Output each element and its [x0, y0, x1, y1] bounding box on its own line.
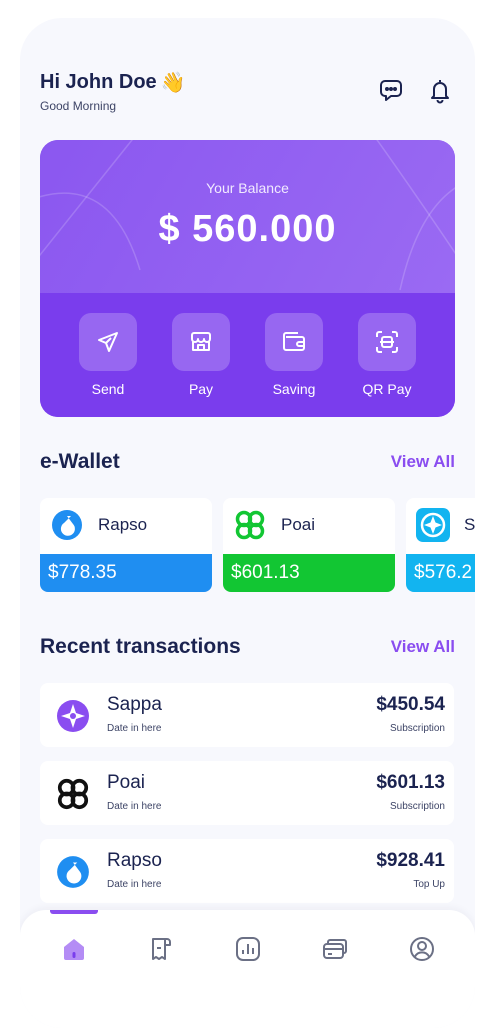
wallet-card-rapso[interactable]: Rapso $778.35	[40, 498, 212, 592]
ewallet-title: e-Wallet	[40, 450, 120, 473]
transaction-row[interactable]: Poai Date in here $601.13 Subscription	[40, 761, 454, 825]
nav-active-indicator	[50, 910, 98, 914]
qr-pay-label: QR Pay	[362, 381, 412, 397]
chat-button[interactable]	[376, 76, 406, 106]
nav-analytics[interactable]	[231, 932, 265, 966]
cards-icon	[323, 939, 347, 959]
pay-button[interactable]: Pay	[166, 313, 236, 397]
nav-home[interactable]	[57, 932, 91, 966]
sappa-logo-icon	[52, 695, 94, 737]
transaction-type: Subscription	[389, 801, 445, 812]
transaction-row[interactable]: Rapso Date in here $928.41 Top Up	[40, 839, 454, 903]
store-icon	[191, 332, 211, 351]
transaction-amount: $601.13	[376, 772, 445, 793]
send-label: Send	[91, 381, 125, 397]
transaction-date: Date in here	[107, 801, 162, 812]
rapso-logo-icon	[50, 508, 84, 542]
qr-scan-icon	[376, 331, 398, 353]
profile-icon	[410, 937, 434, 961]
wallet-name: S	[464, 515, 475, 534]
transactions-view-all-link[interactable]: View All	[391, 637, 455, 657]
transaction-type: Subscription	[389, 723, 445, 734]
transaction-amount: $928.41	[376, 850, 445, 871]
transaction-date: Date in here	[107, 723, 162, 734]
poai-logo-icon	[52, 773, 94, 815]
transaction-name: Poai	[107, 772, 146, 793]
balance-card: Your Balance $ 560.000 Send Pay Saving Q…	[40, 140, 455, 417]
poai-logo-icon	[233, 508, 267, 542]
transaction-type: Top Up	[413, 879, 445, 890]
greeting-block: Hi John Doe 👋 Good Morning	[40, 70, 186, 113]
compass-logo-icon	[416, 508, 450, 542]
wallet-balance: $601.13	[223, 554, 395, 592]
wallet-head: S	[416, 508, 475, 542]
wallet-balance: $576.2	[406, 554, 475, 592]
saving-label: Saving	[272, 381, 316, 397]
greeting-text: Hi John Doe	[40, 71, 157, 93]
phone-screen: Hi John Doe 👋 Good Morning Your Balance …	[20, 18, 475, 1028]
ewallet-view-all-link[interactable]: View All	[391, 452, 455, 472]
notifications-button[interactable]	[425, 76, 455, 106]
send-icon	[98, 332, 118, 352]
nav-cards[interactable]	[318, 932, 352, 966]
home-icon	[64, 939, 84, 960]
quick-actions: Send Pay Saving QR Pay	[40, 293, 455, 417]
qr-pay-icon-box	[358, 313, 416, 371]
wallet-balance: $778.35	[40, 554, 212, 592]
wallet-icon	[283, 332, 305, 351]
send-icon-box	[79, 313, 137, 371]
wallet-head: Rapso	[50, 508, 147, 542]
balance-label: Your Balance	[206, 180, 289, 196]
wallet-name: Poai	[281, 515, 316, 534]
pay-label: Pay	[188, 381, 214, 397]
balance-value: $ 560.000	[158, 208, 337, 250]
nav-profile[interactable]	[405, 932, 439, 966]
greeting-subtitle: Good Morning	[40, 99, 117, 113]
rapso-logo-icon	[52, 851, 94, 893]
qr-pay-button[interactable]: QR Pay	[352, 313, 422, 397]
saving-button[interactable]: Saving	[259, 313, 329, 397]
transaction-name: Sappa	[107, 694, 162, 715]
send-button[interactable]: Send	[73, 313, 143, 397]
wallet-card-poai[interactable]: Poai $601.13	[223, 498, 395, 592]
wave-emoji: 👋	[160, 72, 186, 94]
analytics-icon	[236, 937, 260, 961]
wallet-name: Rapso	[98, 515, 148, 534]
transaction-row[interactable]: Sappa Date in here $450.54 Subscription	[40, 683, 454, 747]
greeting-title: Hi John Doe 👋	[40, 70, 186, 95]
transactions-title: Recent transactions	[40, 635, 241, 658]
wallet-head: Poai	[233, 508, 315, 542]
receipt-icon	[152, 938, 171, 960]
bell-icon	[431, 80, 449, 104]
transaction-amount: $450.54	[376, 694, 445, 715]
saving-icon-box	[265, 313, 323, 371]
transaction-date: Date in here	[107, 879, 162, 890]
nav-receipts[interactable]	[144, 932, 178, 966]
transaction-name: Rapso	[107, 850, 162, 871]
wallet-card-third[interactable]: S $576.2	[406, 498, 475, 592]
bottom-navigation	[20, 910, 475, 1028]
pay-icon-box	[172, 313, 230, 371]
chat-bubbles-icon	[380, 80, 402, 101]
